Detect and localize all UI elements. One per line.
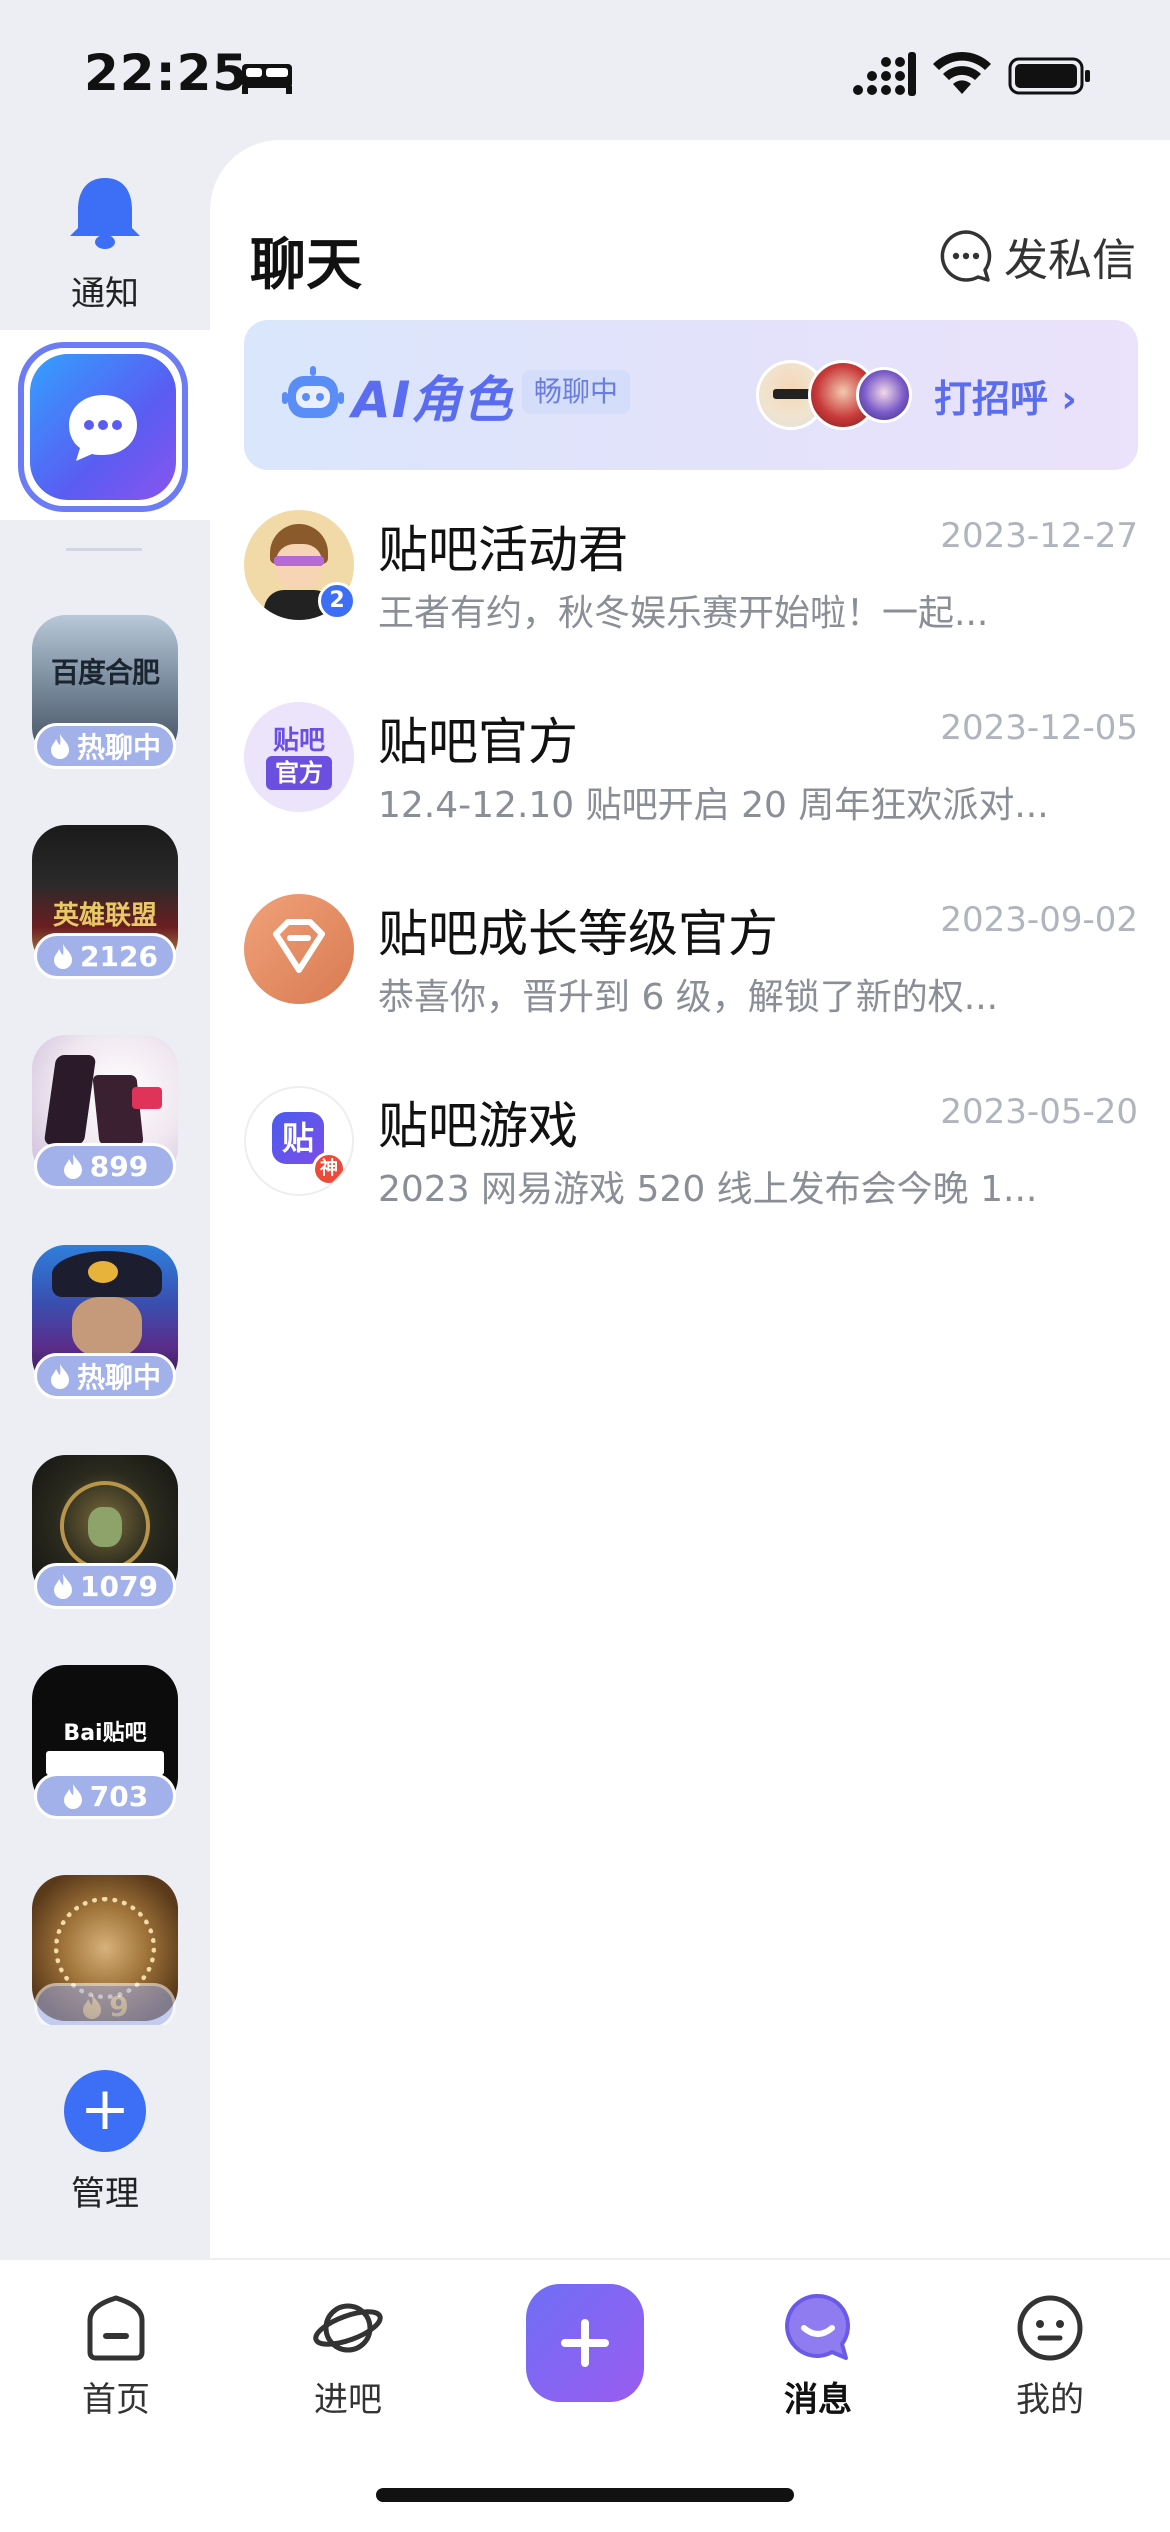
status-bar: 22:25 — [0, 0, 1170, 140]
ai-avatar-stack — [756, 360, 926, 430]
conversation-preview: 12.4-12.10 贴吧开启 20 周年狂欢派对... — [378, 785, 1049, 826]
avatar — [244, 894, 354, 1004]
tab-label: 我的 — [1016, 2380, 1084, 2420]
page-title: 聊天 — [250, 233, 362, 298]
conversation-item[interactable]: 贴吧 官方 贴吧官方 2023-12-05 12.4-12.10 贴吧开启 20… — [244, 702, 1138, 852]
manage-label: 管理 — [71, 2174, 139, 2214]
signal-icon — [853, 52, 916, 96]
plus-icon — [561, 2319, 609, 2367]
chat-panel: 聊天 发私信 AI角色 畅聊中 打招呼 › 2 贴吧活动君 2023-12-27… — [210, 140, 1170, 2260]
tab-messages[interactable]: 消息 — [738, 2290, 898, 2421]
forum-heat-badge: 899 — [34, 1143, 176, 1189]
diamond-icon — [273, 919, 325, 973]
ai-status-tag: 畅聊中 — [522, 370, 631, 414]
forum-item[interactable]: 899 — [32, 1035, 178, 1195]
battery-icon — [1008, 57, 1090, 95]
conversation-preview: 王者有约，秋冬娱乐赛开始啦！一起... — [378, 593, 989, 634]
tab-label: 进吧 — [314, 2380, 382, 2420]
avatar: 贴 神 — [244, 1086, 354, 1196]
chat-rail-button[interactable] — [18, 342, 188, 512]
chat-dots-icon — [940, 230, 992, 282]
conversation-date: 2023-09-02 — [940, 900, 1138, 940]
status-time: 22:25 — [84, 44, 249, 102]
conversation-item[interactable]: 贴 神 贴吧游戏 2023-05-20 2023 网易游戏 520 线上发布会今… — [244, 1086, 1138, 1236]
forum-item[interactable]: 英雄联盟 2126 — [32, 825, 178, 985]
forum-logo-art: 百度合肥 — [50, 656, 160, 689]
conversation-name: 贴吧成长等级官方 — [378, 905, 778, 963]
forum-logo-art: 英雄联盟 — [52, 901, 157, 931]
conversation-date: 2023-05-20 — [940, 1092, 1138, 1132]
ai-character-banner[interactable]: AI角色 畅聊中 打招呼 › — [244, 320, 1138, 470]
conversation-item[interactable]: 贴吧成长等级官方 2023-09-02 恭喜你，晋升到 6 级，解锁了新的权..… — [244, 894, 1138, 1044]
home-indicator[interactable] — [376, 2488, 794, 2502]
flame-icon — [63, 1784, 82, 1809]
forum-heat-badge: 9 — [34, 1983, 176, 2025]
flame-icon — [50, 734, 69, 759]
forum-heat-badge: 热聊中 — [34, 1353, 176, 1399]
manage-button[interactable]: + 管理 — [0, 2070, 210, 2215]
tab-label: 消息 — [784, 2380, 852, 2420]
forum-heat-badge: 2126 — [34, 933, 176, 979]
avatar: 贴吧 官方 — [244, 702, 354, 812]
forum-item[interactable]: 1079 — [32, 1455, 178, 1615]
flame-icon — [50, 1364, 69, 1389]
message-icon — [785, 2293, 850, 2360]
sleep-focus-icon — [242, 64, 292, 94]
flame-icon — [54, 1574, 73, 1599]
conversation-preview: 恭喜你，晋升到 6 级，解锁了新的权... — [378, 977, 999, 1018]
post-button[interactable] — [526, 2284, 644, 2402]
conversation-name: 贴吧游戏 — [378, 1097, 578, 1155]
conversation-name: 贴吧官方 — [378, 713, 578, 771]
forum-heat-badge: 1079 — [34, 1563, 176, 1609]
planet-icon — [313, 2303, 383, 2353]
conversation-date: 2023-12-05 — [940, 708, 1138, 748]
forum-item[interactable]: 热聊中 — [32, 1245, 178, 1405]
ai-avatar — [856, 367, 912, 423]
robot-icon — [282, 366, 344, 418]
notify-button[interactable]: 通知 — [0, 170, 210, 340]
conversation-date: 2023-12-27 — [940, 516, 1138, 556]
conversation-preview: 2023 网易游戏 520 线上发布会今晚 1... — [378, 1169, 1038, 1210]
tab-home[interactable]: 首页 — [36, 2290, 196, 2421]
forum-item[interactable]: 9 — [32, 1875, 178, 2025]
tab-forums[interactable]: 进吧 — [268, 2290, 428, 2421]
notify-label: 通知 — [71, 274, 139, 314]
flame-icon — [63, 1154, 82, 1179]
wifi-icon — [933, 51, 991, 94]
tab-profile[interactable]: 我的 — [970, 2290, 1130, 2421]
forum-item[interactable]: Bai贴吧 703 — [32, 1665, 178, 1825]
forum-logo-art: Bai贴吧 — [63, 1721, 147, 1746]
flame-icon — [54, 944, 73, 969]
conversation-item[interactable]: 2 贴吧活动君 2023-12-27 王者有约，秋冬娱乐赛开始啦！一起... — [244, 510, 1138, 660]
ai-banner-title: AI角色 — [352, 371, 514, 429]
forum-heat-badge: 703 — [34, 1773, 176, 1819]
plus-icon: + — [64, 2070, 146, 2152]
chat-bubble-icon — [69, 395, 137, 461]
ai-greet-link[interactable]: 打招呼 › — [934, 368, 1077, 423]
forum-item[interactable]: 百度合肥 热聊中 — [32, 615, 178, 775]
conversation-name: 贴吧活动君 — [378, 521, 628, 579]
home-icon — [87, 2295, 145, 2361]
forum-rail: 通知 百度合肥 热聊中 英雄联盟 2126 899 热聊中 1079 Bai贴吧… — [0, 140, 210, 2260]
rail-divider — [66, 548, 142, 551]
compose-message-button[interactable]: 发私信 — [938, 224, 1136, 288]
forum-heat-badge: 热聊中 — [34, 723, 176, 769]
level-badge: 2 — [318, 582, 356, 620]
bell-icon — [70, 178, 140, 249]
profile-icon — [1017, 2295, 1083, 2361]
flame-icon — [83, 1994, 102, 2019]
compose-label: 发私信 — [1004, 235, 1136, 286]
tab-label: 首页 — [82, 2380, 150, 2420]
